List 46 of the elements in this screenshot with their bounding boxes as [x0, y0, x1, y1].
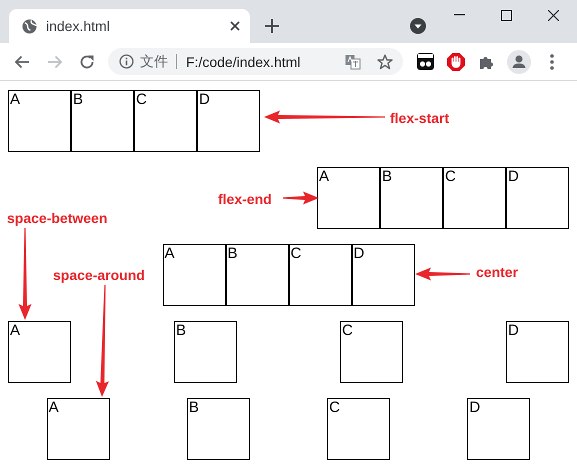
- translate-icon[interactable]: [345, 54, 361, 70]
- reload-button[interactable]: [78, 52, 96, 70]
- flex-item: B: [71, 90, 134, 152]
- flex-item: B: [174, 321, 237, 383]
- info-icon[interactable]: [119, 54, 134, 69]
- flex-item: B: [186, 398, 250, 460]
- flex-item: D: [467, 398, 530, 460]
- security-label[interactable]: 文件: [134, 54, 177, 69]
- stop-hand-icon[interactable]: [447, 52, 465, 70]
- maximize-icon: [501, 10, 512, 20]
- flex-item: D: [352, 244, 414, 306]
- address-bar[interactable]: 文件 F:/code/index.html: [108, 48, 403, 75]
- url-text: F:/code/index.html: [186, 54, 302, 70]
- annotation-label: flex-end: [218, 191, 272, 208]
- flex-item: D: [506, 167, 569, 229]
- flex-item: C: [288, 244, 352, 306]
- flex-item: B: [226, 244, 288, 306]
- avatar-icon[interactable]: [507, 50, 531, 74]
- flex-item: C: [340, 321, 403, 383]
- arrow: [283, 192, 319, 204]
- menu-icon[interactable]: [550, 54, 554, 70]
- flex-item: D: [197, 90, 260, 152]
- new-tab-button[interactable]: [264, 18, 280, 34]
- flex-item: A: [162, 244, 226, 306]
- close-tab-button[interactable]: [228, 19, 242, 33]
- tab-search-button[interactable]: [410, 18, 426, 34]
- annotation-label: center: [476, 264, 518, 281]
- flex-item: A: [8, 90, 71, 152]
- close-icon: [548, 10, 559, 20]
- browser-tab[interactable]: index.html: [9, 9, 250, 43]
- arrow: [415, 268, 470, 280]
- star-icon[interactable]: [377, 54, 393, 70]
- globe-icon: [22, 18, 37, 34]
- flex-item: C: [443, 167, 506, 229]
- extension-icon[interactable]: [417, 53, 434, 70]
- annotation-label: flex-start: [390, 110, 450, 127]
- annotation-label: space-between: [7, 210, 108, 227]
- flex-item: D: [506, 321, 569, 383]
- flex-item: A: [8, 321, 71, 383]
- flex-item: C: [327, 398, 390, 460]
- flex-item: A: [317, 167, 380, 229]
- minimize-icon: [454, 14, 465, 16]
- flex-item: A: [46, 398, 110, 460]
- annotation-label: space-around: [53, 267, 145, 284]
- flex-item: C: [134, 90, 197, 152]
- flex-item: B: [380, 167, 443, 229]
